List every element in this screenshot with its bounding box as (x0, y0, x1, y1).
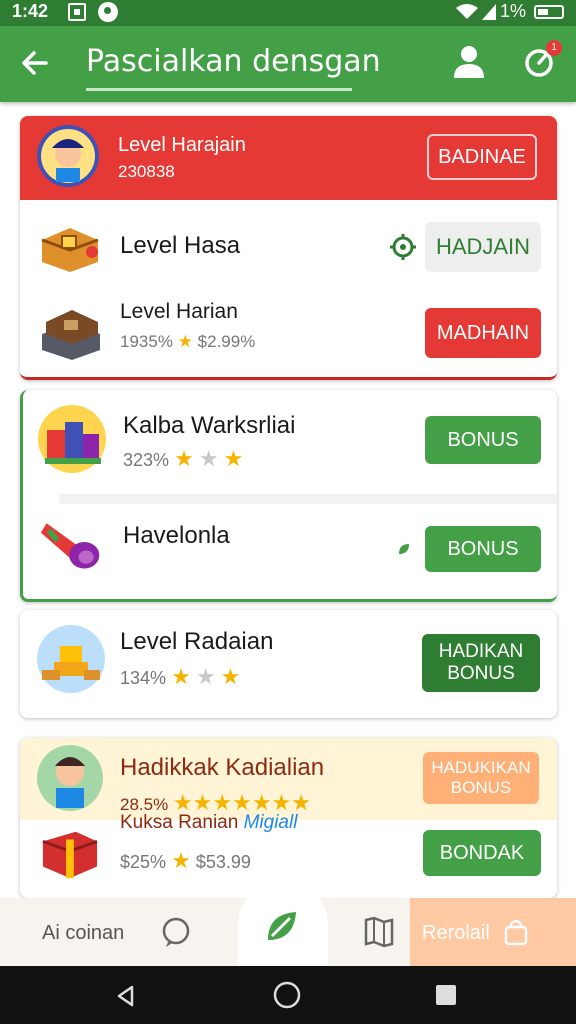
item-meta: 230838 (118, 162, 175, 181)
item-percent: 134% (120, 668, 167, 688)
item-price: $2.99% (197, 332, 256, 351)
star-icon: ★ (223, 446, 244, 471)
bag-icon (504, 919, 528, 946)
wifi-icon (455, 3, 478, 19)
list-item[interactable]: Level Harajain 230838 BADINAE (20, 116, 557, 200)
item-meta: 323% ★ ★ ★ (123, 446, 243, 472)
item-name: Kuksa Ranian Migiall (120, 812, 297, 834)
item-name: Level Harian (120, 300, 238, 323)
card: Level Radaian 134% ★ ★ ★ HADIKAN BONUS (20, 610, 557, 718)
item-name-text: Kuksa Ranian (120, 812, 239, 833)
app-bar: Pascialkan densgan (0, 26, 576, 102)
gallery-notification-icon (68, 3, 86, 21)
star-icon: ★ (177, 332, 193, 351)
bondak-button[interactable]: BONDAK (423, 830, 541, 876)
list-item[interactable]: Havelonla BONUS (23, 504, 557, 600)
hadikan-bonus-button[interactable]: HADIKAN BONUS (422, 634, 540, 692)
item-name: Level Harajain (118, 134, 246, 156)
profile-icon[interactable] (452, 44, 486, 80)
list-item[interactable]: Level Radaian 134% ★ ★ ★ HADIKAN BONUS (20, 610, 557, 718)
star-icon: ★ (171, 848, 191, 873)
list-item[interactable]: Level Harian 1935% ★ $2.99% MADHAIN (20, 290, 557, 377)
nav-right-tab[interactable]: Rerolail (410, 898, 576, 966)
featured-card: Level Harajain 230838 BADINAE Level Hasa… (20, 116, 557, 380)
map-icon[interactable] (364, 916, 394, 948)
title-underline (86, 88, 352, 91)
recents-square-icon[interactable] (434, 983, 458, 1007)
star-icon: ★ (171, 664, 191, 689)
back-arrow-icon[interactable] (18, 46, 52, 80)
list-item[interactable]: Hadikkak Kadialian 28.5% ★★★★★★★ HADUKIK… (20, 738, 557, 820)
item-percent: 323% (123, 450, 170, 470)
back-triangle-icon[interactable] (114, 984, 138, 1008)
madhain-button[interactable]: MADHAIN (425, 308, 541, 358)
notification-badge: 1 (546, 40, 562, 56)
page-title: Pascialkan densgan (86, 44, 381, 79)
item-name: Havelonla (123, 522, 230, 549)
item-meta: 1935% ★ $2.99% (120, 332, 255, 352)
character-avatar-icon (37, 745, 103, 811)
card: Hadikkak Kadialian 28.5% ★★★★★★★ HADUKIK… (20, 738, 557, 898)
hadjain-button[interactable]: HADJAIN (425, 222, 541, 272)
star-icon: ★ (174, 446, 194, 471)
gold-bars-icon (37, 625, 105, 693)
item-meta: $25% ★ $53.99 (120, 848, 251, 874)
item-name: Hadikkak Kadialian (120, 754, 325, 781)
city-game-icon (38, 405, 106, 473)
gear-icon[interactable] (388, 232, 418, 262)
leaf-icon[interactable] (262, 906, 302, 946)
star-icon: ★ (195, 664, 216, 689)
bottom-nav: Ai coinan Rerolail (0, 880, 576, 966)
avatar-icon (37, 125, 99, 187)
chat-icon[interactable] (160, 916, 192, 948)
list-item[interactable]: Kalba Warksrliai 323% ★ ★ ★ BONUS (23, 390, 557, 494)
item-meta: 134% ★ ★ ★ (120, 664, 240, 690)
signal-icon (481, 3, 496, 20)
card: Kalba Warksrliai 323% ★ ★ ★ BONUS Havelo… (20, 390, 557, 602)
gift-box-icon (42, 831, 98, 879)
item-tag: Migiall (243, 812, 298, 833)
nav-coin-label[interactable]: Ai coinan (42, 922, 124, 945)
dark-chest-icon (42, 310, 100, 360)
status-time: 1:42 (12, 1, 49, 21)
system-nav (0, 966, 576, 1024)
home-circle-icon[interactable] (272, 980, 302, 1010)
item-price: $53.99 (195, 852, 251, 872)
divider (59, 494, 557, 504)
star-icon: ★ (220, 664, 241, 689)
item-percent: 1935% (120, 332, 173, 351)
item-name: Level Radaian (120, 628, 274, 655)
item-percent: $25% (120, 852, 167, 872)
cannon-icon (40, 523, 100, 569)
badinae-button[interactable]: BADINAE (427, 134, 537, 180)
nav-right-label: Rerolail (422, 922, 490, 944)
status-bar: 1:42 1% (0, 0, 576, 26)
battery-percent: 1% (499, 1, 526, 21)
item-name: Level Hasa (120, 232, 241, 259)
leaf-small-icon (399, 544, 409, 554)
star-icon: ★ (198, 446, 219, 471)
item-name: Kalba Warksrliai (123, 412, 296, 439)
treasure-chest-icon (41, 228, 99, 272)
bonus-button[interactable]: BONUS (425, 526, 541, 572)
app-notification-icon (98, 2, 118, 22)
hadukikan-bonus-button[interactable]: HADUKIKAN BONUS (423, 752, 539, 804)
bonus-button[interactable]: BONUS (425, 416, 541, 464)
battery-icon (534, 4, 564, 19)
list-item[interactable]: Level Hasa HADJAIN (20, 204, 557, 290)
